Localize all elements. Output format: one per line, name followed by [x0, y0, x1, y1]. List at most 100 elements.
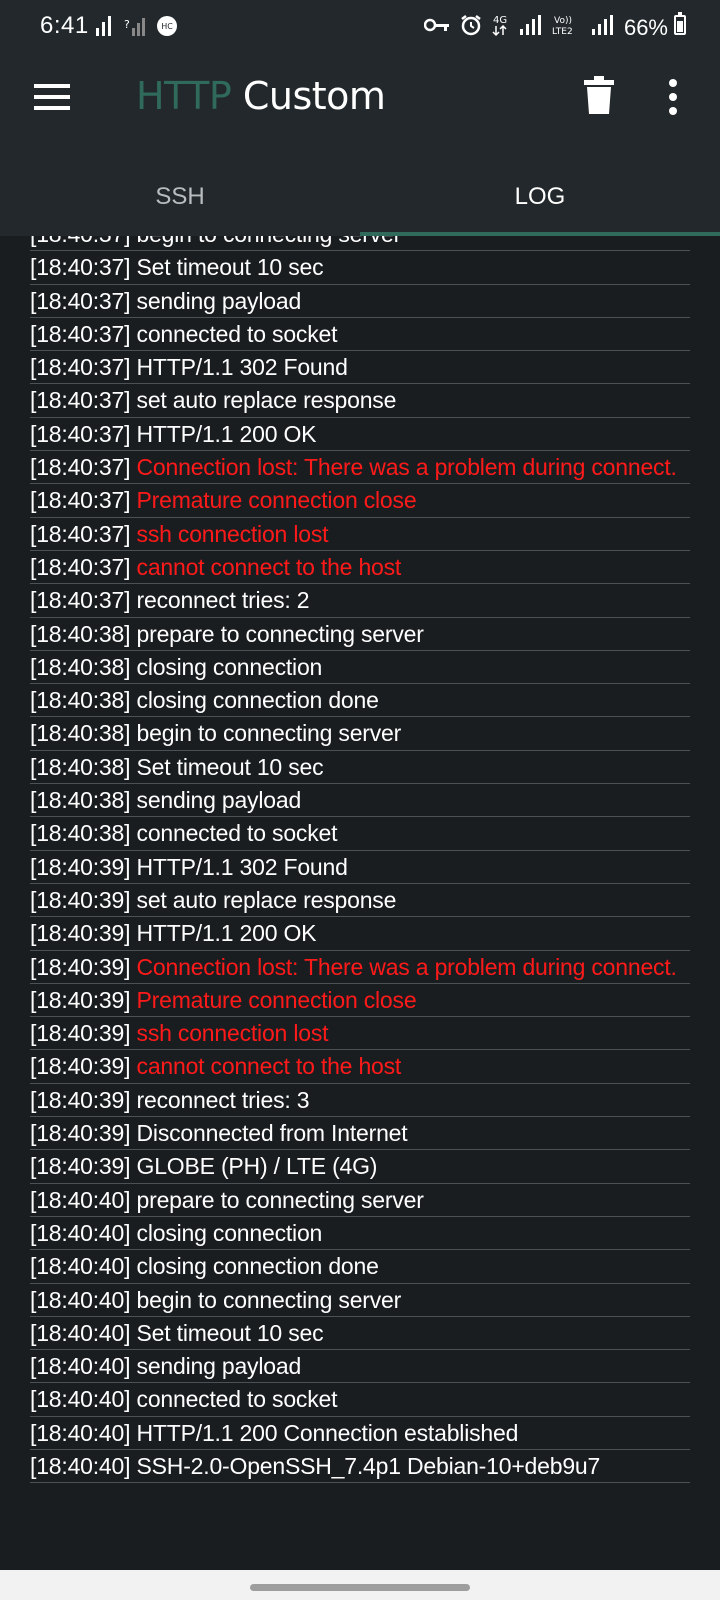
status-time: 6:41	[40, 12, 89, 39]
log-row: [18:40:40] connected to socket	[30, 1383, 690, 1417]
log-message: connected to socket	[136, 320, 338, 347]
log-timestamp: [18:40:39]	[30, 886, 131, 913]
log-row-partial: [18:40:37] begin to connecting server	[30, 236, 690, 252]
log-row: [18:40:39] reconnect tries: 3	[30, 1084, 690, 1118]
log-row: [18:40:39] GLOBE (PH) / LTE (4G)	[30, 1150, 690, 1184]
log-row: [18:40:40] prepare to connecting server	[30, 1184, 690, 1217]
log-timestamp: [18:40:37]	[30, 520, 131, 547]
log-row: [18:40:40] Set timeout 10 sec	[30, 1317, 690, 1351]
log-error-message: Connection lost: There was a problem dur…	[136, 953, 677, 980]
log-timestamp: [18:40:39]	[30, 1020, 131, 1047]
log-row: [18:40:37] Premature connection close	[30, 484, 690, 518]
log-timestamp: [18:40:38]	[30, 653, 131, 680]
log-message: connected to socket	[136, 820, 338, 847]
log-row: [18:40:39] cannot connect to the host	[30, 1050, 690, 1084]
battery-level-fill	[677, 21, 683, 32]
log-timestamp: [18:40:40]	[30, 1253, 131, 1280]
signal-bars-sim2-icon	[591, 15, 614, 40]
log-row: [18:40:37] Connection lost: There was a …	[30, 451, 690, 485]
tab-ssh[interactable]: SSH	[0, 158, 360, 236]
log-message: set auto replace response	[136, 886, 397, 913]
log-timestamp: [18:40:38]	[30, 787, 131, 814]
hamburger-menu-icon[interactable]	[34, 82, 70, 112]
log-row: [18:40:37] connected to socket	[30, 318, 690, 352]
log-timestamp: [18:40:40]	[30, 1219, 131, 1246]
app-title-http: HTTP	[136, 74, 232, 118]
network-4g-icon: 4G	[492, 13, 510, 42]
log-partial-text: [18:40:37] begin to connecting server	[30, 236, 401, 247]
log-message: prepare to connecting server	[136, 620, 424, 647]
log-timestamp: [18:40:39]	[30, 853, 131, 880]
log-row: [18:40:37] ssh connection lost	[30, 518, 690, 551]
log-timestamp: [18:40:39]	[30, 1120, 131, 1147]
log-timestamp: [18:40:37]	[30, 420, 131, 447]
svg-text:4G: 4G	[493, 15, 507, 26]
log-timestamp: [18:40:39]	[30, 986, 131, 1013]
log-error-message: ssh connection lost	[136, 520, 329, 547]
log-row: [18:40:37] Set timeout 10 sec	[30, 251, 690, 285]
log-message: SSH-2.0-OpenSSH_7.4p1 Debian-10+deb9u7	[136, 1452, 601, 1479]
log-row: [18:40:40] begin to connecting server	[30, 1284, 690, 1317]
log-timestamp: [18:40:40]	[30, 1186, 131, 1213]
log-timestamp: [18:40:37]	[30, 487, 131, 514]
log-message: HTTP/1.1 302 Found	[136, 853, 348, 880]
app-title: HTTP Custom	[136, 74, 386, 118]
battery-icon	[674, 12, 686, 35]
signal-bars-sim1-icon	[519, 15, 542, 40]
log-message: prepare to connecting server	[136, 1186, 424, 1213]
log-timestamp: [18:40:37]	[30, 354, 131, 381]
log-timestamp: [18:40:40]	[30, 1286, 131, 1313]
log-message: reconnect tries: 2	[136, 587, 310, 614]
log-row: [18:40:38] sending payload	[30, 784, 690, 818]
navigation-bar	[0, 1570, 720, 1600]
log-message: sending payload	[136, 787, 302, 814]
trash-icon[interactable]	[584, 76, 614, 114]
more-vert-icon[interactable]	[666, 78, 680, 116]
no-signal-icon: ?	[124, 16, 146, 41]
log-message: HTTP/1.1 200 OK	[136, 420, 317, 447]
log-timestamp: [18:40:39]	[30, 1153, 131, 1180]
gesture-handle[interactable]	[250, 1584, 470, 1591]
log-message: Set timeout 10 sec	[136, 753, 324, 780]
app-title-custom: Custom	[242, 74, 386, 118]
log-row: [18:40:37] sending payload	[30, 285, 690, 318]
log-message: closing connection done	[136, 1253, 379, 1280]
log-timestamp: [18:40:39]	[30, 953, 131, 980]
log-error-message: ssh connection lost	[136, 1020, 329, 1047]
log-timestamp: [18:40:37]	[30, 587, 131, 614]
log-message: closing connection done	[136, 687, 379, 714]
log-row: [18:40:37] HTTP/1.1 200 OK	[30, 418, 690, 452]
log-error-message: cannot connect to the host	[136, 553, 402, 580]
status-left-icons: ? HC	[96, 15, 178, 42]
log-list: [18:40:37] begin to connecting server [1…	[30, 236, 690, 1484]
log-row: [18:40:39] HTTP/1.1 302 Found	[30, 851, 690, 884]
log-timestamp: [18:40:39]	[30, 1086, 131, 1113]
log-error-message: Premature connection close	[136, 986, 417, 1013]
log-panel[interactable]: [18:40:37] begin to connecting server [1…	[0, 236, 720, 1570]
log-timestamp: [18:40:37]	[30, 553, 131, 580]
log-row: [18:40:39] Disconnected from Internet	[30, 1117, 690, 1151]
log-row: [18:40:38] begin to connecting server	[30, 717, 690, 751]
status-right-icons: 4G Vo)) LTE2 66%	[423, 13, 668, 42]
svg-text:Vo)): Vo))	[554, 16, 572, 26]
log-message: begin to connecting server	[136, 720, 402, 747]
log-error-message: Connection lost: There was a problem dur…	[136, 454, 677, 481]
tab-log[interactable]: LOG	[360, 158, 720, 236]
log-message: closing connection	[136, 653, 323, 680]
log-row: [18:40:39] HTTP/1.1 200 OK	[30, 917, 690, 951]
log-timestamp: [18:40:38]	[30, 820, 131, 847]
hd-badge-icon: HC	[156, 15, 178, 42]
log-message: HTTP/1.1 200 OK	[136, 920, 317, 947]
log-timestamp: [18:40:40]	[30, 1353, 131, 1380]
screen: 6:41 ? HC 4G Vo)) LTE2 66% HTTP Custom S…	[0, 0, 720, 1600]
log-timestamp: [18:40:37]	[30, 320, 131, 347]
log-timestamp: [18:40:38]	[30, 620, 131, 647]
log-timestamp: [18:40:38]	[30, 720, 131, 747]
battery-percent: 66%	[623, 14, 668, 40]
log-row: [18:40:38] Set timeout 10 sec	[30, 751, 690, 785]
log-row: [18:40:40] sending payload	[30, 1350, 690, 1384]
log-message: Disconnected from Internet	[136, 1120, 408, 1147]
log-row: [18:40:37] reconnect tries: 2	[30, 584, 690, 618]
log-row: [18:40:38] connected to socket	[30, 817, 690, 851]
log-error-message: Premature connection close	[136, 487, 417, 514]
